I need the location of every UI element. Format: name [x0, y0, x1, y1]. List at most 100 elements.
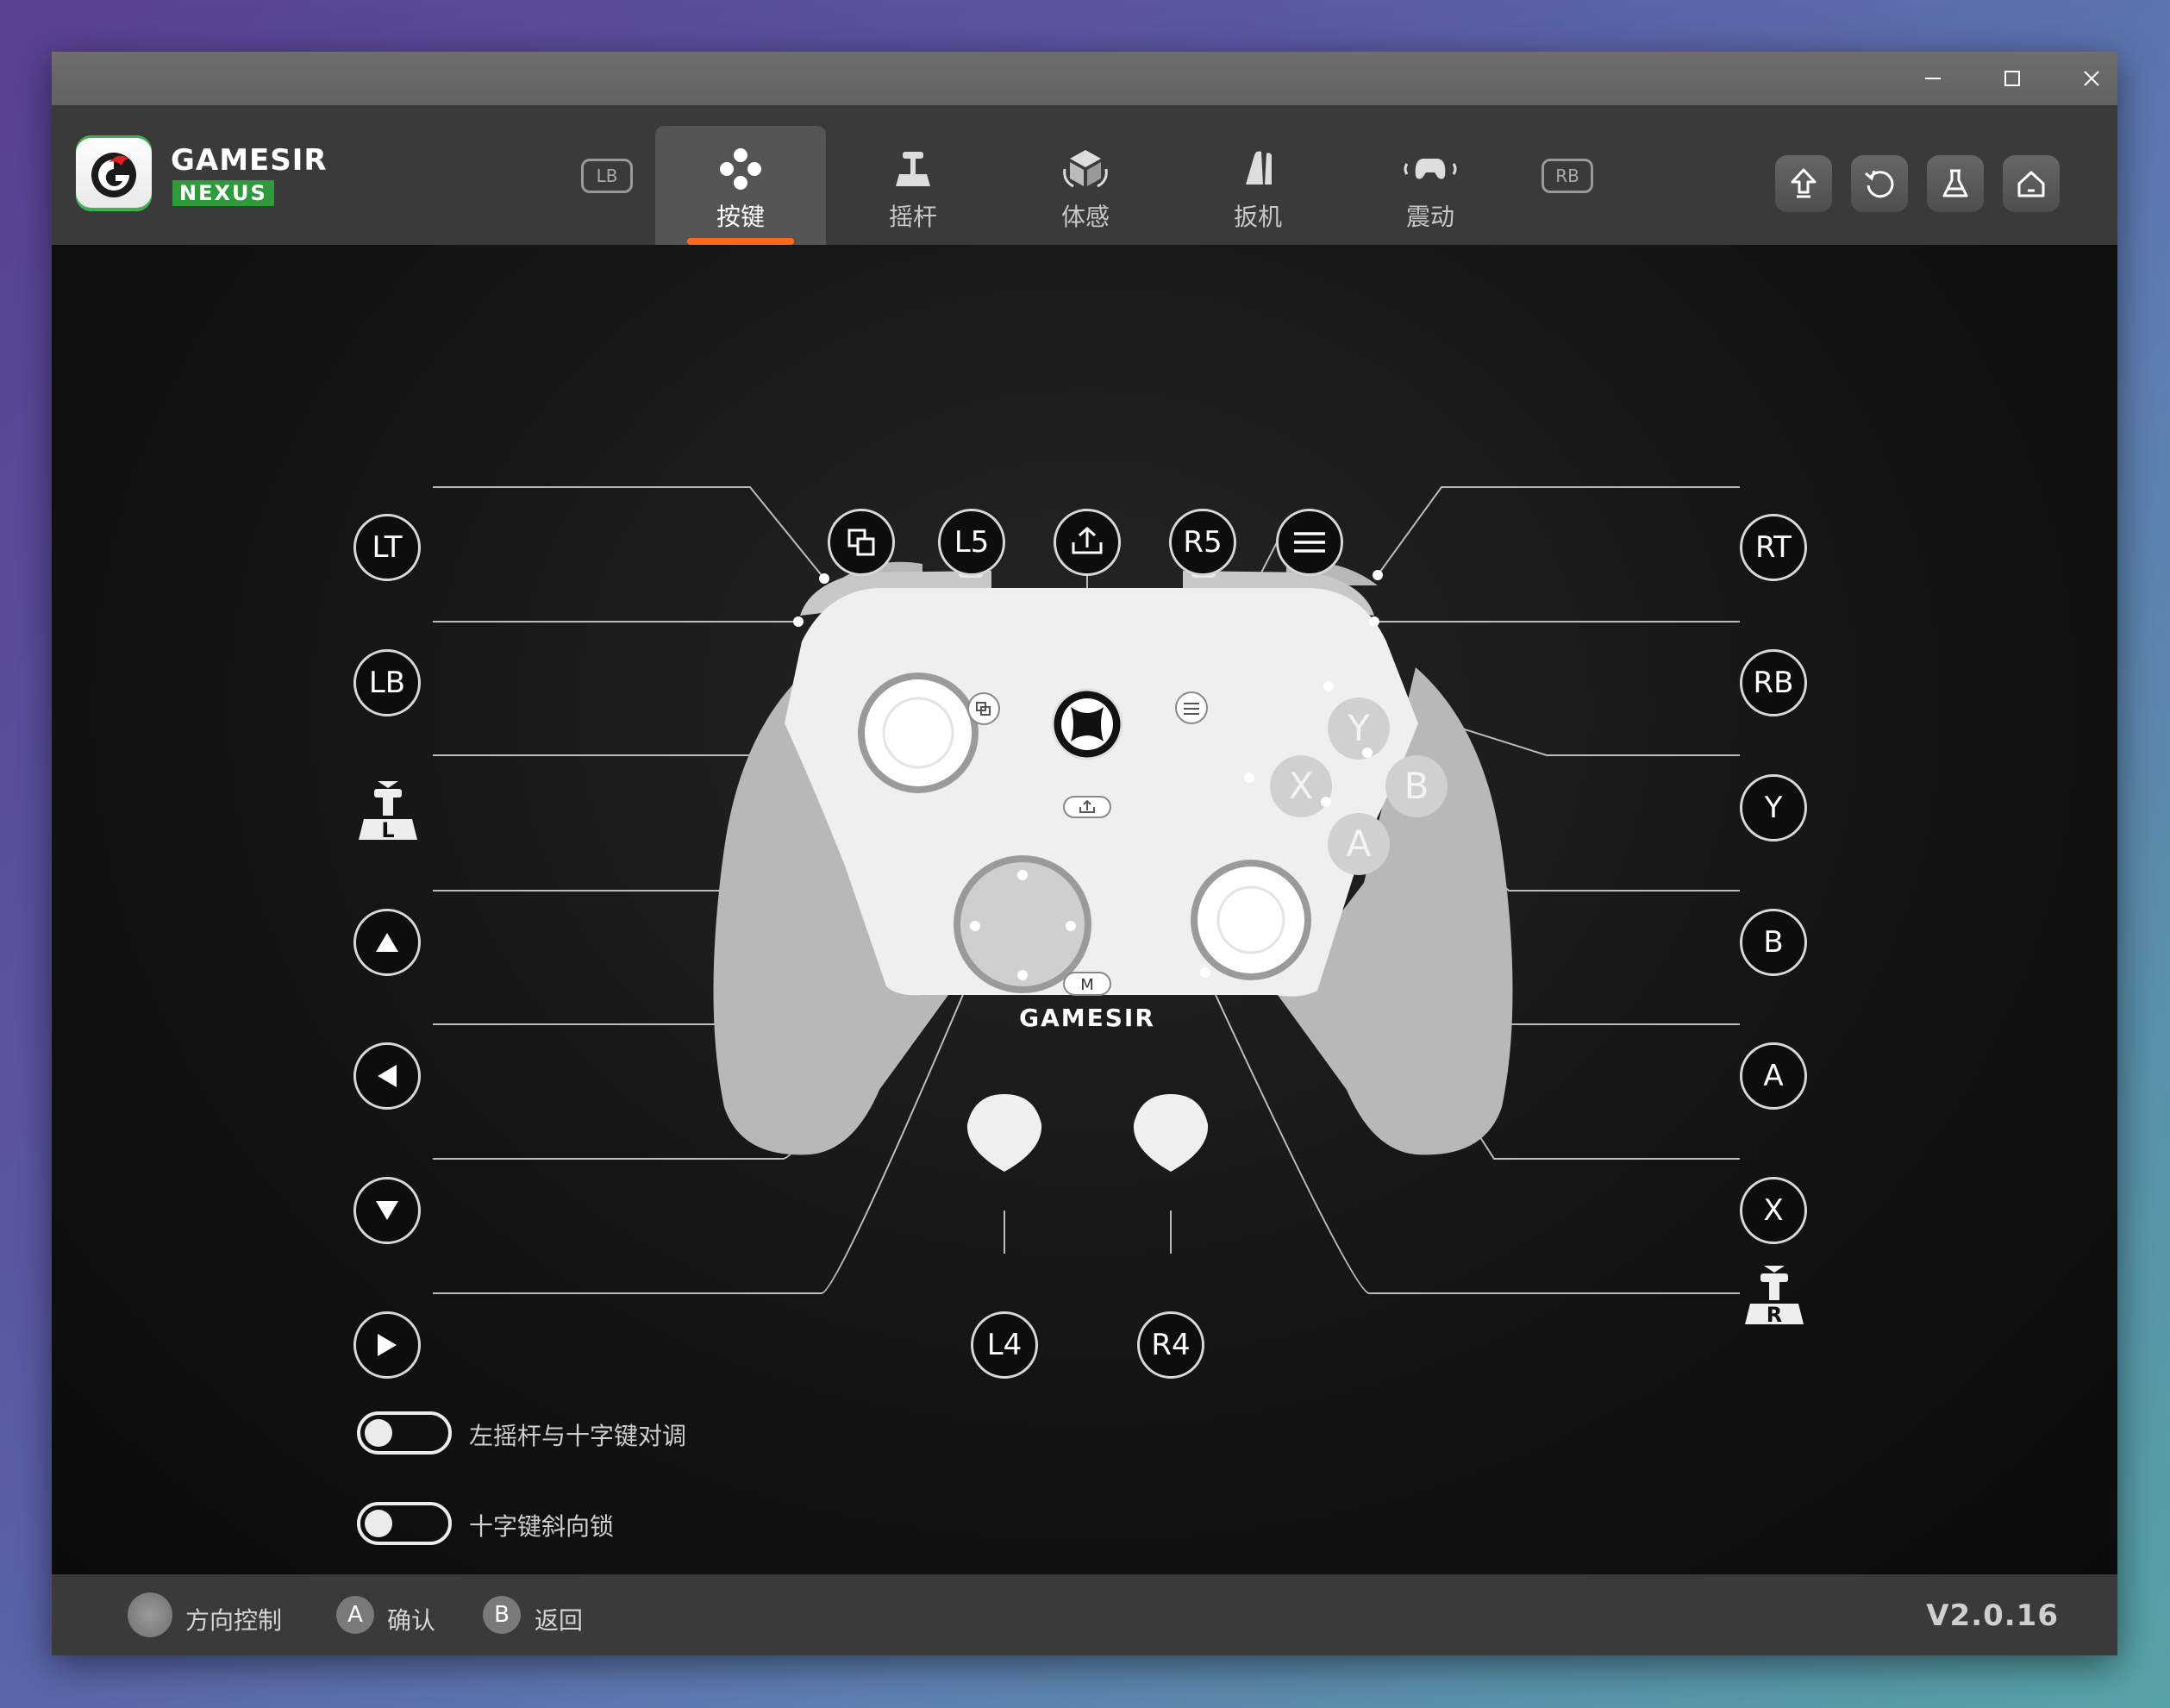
hint-b-key: B	[483, 1596, 521, 1634]
vibration-icon	[1404, 159, 1457, 179]
reset-button[interactable]	[1851, 155, 1908, 212]
menu-icon	[1294, 532, 1325, 553]
map-button-a-label: A	[1763, 1059, 1784, 1093]
test-flask-icon	[1942, 169, 1968, 197]
home-icon	[2017, 171, 2045, 197]
tab-active-indicator	[687, 238, 794, 245]
tab-vibration-label: 震动	[1405, 203, 1454, 231]
map-button-y[interactable]: Y	[1740, 774, 1807, 841]
left-stick-icon: L	[359, 781, 417, 842]
arrow-down-icon	[376, 1201, 398, 1220]
view-button-shape	[967, 692, 1000, 725]
map-button-x[interactable]: X	[1740, 1177, 1807, 1244]
map-button-l4[interactable]: L4	[971, 1311, 1038, 1379]
tab-joystick-label: 摇杆	[888, 203, 937, 231]
app-version: V2.0.16	[1926, 1599, 2059, 1633]
stick-hint-icon	[128, 1592, 172, 1637]
map-button-b[interactable]: B	[1740, 909, 1807, 976]
l4-paddle-shape	[966, 1094, 1042, 1172]
tab-trigger[interactable]: 扳机	[1173, 126, 1343, 245]
map-button-menu[interactable]	[1276, 509, 1343, 576]
map-button-r5[interactable]: R5	[1169, 509, 1236, 576]
face-a-letter: A	[1347, 823, 1372, 865]
face-x-letter: X	[1289, 765, 1314, 807]
map-button-share[interactable]	[1054, 509, 1121, 576]
toggle-knob	[365, 1419, 392, 1447]
map-button-r4[interactable]: R4	[1137, 1311, 1204, 1379]
right-stick-letter: R	[1767, 1303, 1782, 1327]
map-button-dpad-right[interactable]	[353, 1311, 421, 1379]
test-button[interactable]	[1927, 155, 1984, 212]
tab-motion[interactable]: 体感	[1000, 126, 1171, 245]
gamesir-logo	[76, 135, 152, 211]
footer-bar: 方向控制 A 确认 B 返回 V2.0.16	[52, 1574, 2117, 1655]
tab-buttons-label: 按键	[716, 203, 765, 231]
maximize-icon	[2004, 71, 2020, 86]
joystick-icon	[896, 152, 930, 186]
view-icon	[847, 529, 875, 556]
button-mapping-panel: Y X B A M GAMESIR LT LB L L5 R5 RT RB Y …	[52, 245, 2117, 1574]
map-button-right-stick[interactable]: R	[1740, 1259, 1809, 1328]
map-button-rb[interactable]: RB	[1740, 649, 1807, 716]
maximize-button[interactable]	[1973, 52, 2052, 105]
map-button-x-label: X	[1763, 1193, 1784, 1228]
close-button[interactable]	[2052, 52, 2117, 105]
tab-motion-label: 体感	[1060, 203, 1110, 231]
reset-icon	[1865, 170, 1894, 198]
map-button-rt[interactable]: RT	[1740, 514, 1807, 581]
m-button-label: M	[1080, 976, 1094, 994]
map-button-r4-label: R4	[1151, 1328, 1191, 1362]
arrow-right-icon	[378, 1334, 397, 1356]
right-stick-icon: R	[1745, 1266, 1804, 1327]
brand-name: GAMESIR	[171, 143, 328, 178]
map-button-lt-label: LT	[372, 530, 403, 565]
left-stick-letter: L	[381, 818, 394, 842]
face-y-letter: Y	[1347, 707, 1370, 749]
nav-bumper-right[interactable]: RB	[1542, 159, 1593, 193]
map-button-lt[interactable]: LT	[353, 514, 421, 581]
map-button-view[interactable]	[828, 509, 895, 576]
map-button-b-label: B	[1763, 925, 1784, 960]
map-button-r5-label: R5	[1183, 525, 1223, 560]
hint-a-key: A	[336, 1596, 374, 1634]
tab-trigger-label: 扳机	[1233, 203, 1282, 231]
map-button-lb[interactable]: LB	[353, 649, 421, 716]
map-button-dpad-left[interactable]	[353, 1042, 421, 1110]
minimize-icon	[1925, 78, 1941, 79]
map-button-l4-label: L4	[986, 1328, 1022, 1362]
controller-logo-text: GAMESIR	[1019, 1004, 1155, 1032]
left-stick-cap	[865, 679, 972, 786]
face-b-letter: B	[1404, 765, 1429, 807]
upgrade-button[interactable]	[1775, 155, 1832, 212]
hint-back-label: 返回	[535, 1606, 584, 1635]
motion-cube-icon	[1063, 150, 1108, 188]
arrow-up-icon	[376, 933, 398, 952]
swap-stick-dpad-label: 左摇杆与十字键对调	[469, 1422, 687, 1450]
upgrade-icon	[1791, 168, 1817, 198]
r4-paddle-shape	[1133, 1094, 1209, 1172]
map-button-l5[interactable]: L5	[938, 509, 1005, 576]
dpad-diagonal-lock-label: 十字键斜向锁	[469, 1512, 615, 1541]
dpad-diagonal-lock-toggle[interactable]	[357, 1502, 452, 1545]
tab-joystick[interactable]: 摇杆	[828, 126, 998, 245]
nav-bumper-left-label: LB	[596, 166, 618, 186]
map-button-dpad-up[interactable]	[353, 909, 421, 976]
right-stick-cap	[1198, 867, 1304, 973]
gamesir-logo-icon	[91, 153, 136, 197]
nav-bumper-left[interactable]: LB	[581, 159, 633, 193]
tab-buttons[interactable]: 按键	[655, 126, 826, 245]
share-icon	[1072, 526, 1103, 554]
tab-vibration[interactable]: 震动	[1345, 126, 1516, 245]
map-button-l5-label: L5	[954, 525, 990, 560]
map-button-left-stick[interactable]: L	[353, 774, 422, 843]
close-icon	[2084, 71, 2099, 86]
brand-sub: NEXUS	[172, 180, 274, 206]
home-button[interactable]	[2003, 155, 2060, 212]
map-button-dpad-down[interactable]	[353, 1177, 421, 1244]
map-button-a[interactable]: A	[1740, 1042, 1807, 1110]
map-button-rt-label: RT	[1755, 530, 1792, 565]
trigger-icon	[1246, 151, 1272, 185]
minimize-button[interactable]	[1893, 52, 1973, 105]
map-button-rb-label: RB	[1753, 666, 1794, 700]
swap-stick-dpad-toggle[interactable]	[357, 1411, 452, 1455]
